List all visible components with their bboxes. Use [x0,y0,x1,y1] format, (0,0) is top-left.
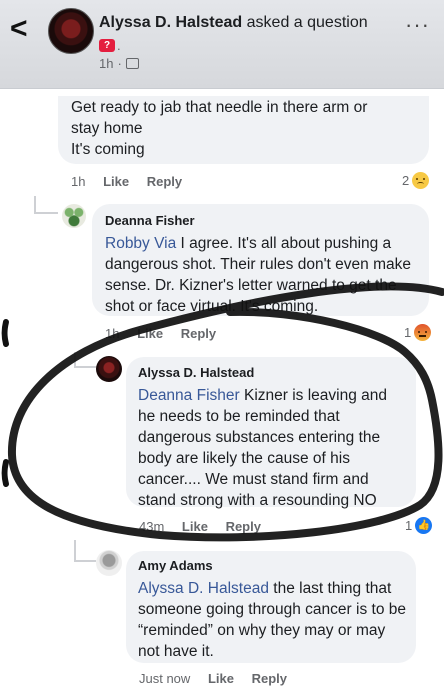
comment-text: Deanna Fisher Kizner is leaving and he n… [138,385,408,511]
thread-line [34,212,58,214]
sad-reaction-icon [412,172,430,189]
reaction-summary[interactable]: 2 [402,172,430,189]
avatar[interactable] [48,8,94,54]
mention-link[interactable]: Robby Via [105,235,176,252]
post-meta: 1h · [99,56,139,71]
badge-dot: . [117,38,121,53]
thread-line [74,540,76,562]
more-options-icon[interactable]: ··· [405,14,430,36]
avatar[interactable] [96,356,122,382]
post-author[interactable]: Alyssa D. Halstead [99,14,242,31]
comment-bubble: Get ready to jab that needle in there ar… [58,96,429,164]
post-time[interactable]: 1h [99,56,113,71]
comment-text: Alyssa D. Halstead the last thing that s… [138,578,408,662]
like-reaction-icon: 👍 [415,517,433,534]
reply-button[interactable]: Reply [181,326,216,341]
comment-actions: 1h Like Reply [105,326,230,341]
comment-text: Robby Via I agree. It's all about pushin… [105,233,419,317]
post-action: asked a question [246,14,368,31]
meta-separator: · [117,56,122,71]
avatar[interactable] [96,550,122,576]
back-arrow-icon[interactable]: < [10,12,36,46]
post-title: Alyssa D. Halstead asked a question [99,13,368,33]
reply-button[interactable]: Reply [252,671,287,686]
thread-line [74,366,96,368]
comment-actions: 43m Like Reply [139,519,275,534]
reply-button[interactable]: Reply [147,174,182,189]
like-button[interactable]: Like [137,326,163,341]
comment-actions: 1h Like Reply [71,174,196,189]
comment-time[interactable]: 1h [71,174,85,189]
photo-icon [125,58,139,69]
post-header: < Alyssa D. Halstead asked a question ? … [0,0,444,89]
comment-time[interactable]: Just now [139,671,190,686]
reaction-count: 2 [402,173,410,188]
comment-text: It's coming [71,141,145,158]
reaction-summary[interactable]: 1 👍 [405,517,433,534]
question-icon: ? [99,39,115,52]
mention-link[interactable]: Deanna Fisher [138,387,240,404]
comment-bubble: Deanna Fisher Robby Via I agree. It's al… [92,204,429,316]
like-button[interactable]: Like [103,174,129,189]
comment-text: stay home [71,120,143,137]
mention-link[interactable]: Alyssa D. Halstead [138,580,269,597]
comment-text: Get ready to jab that needle in there ar… [71,99,368,116]
like-button[interactable]: Like [208,671,234,686]
question-badge: ? . [99,38,121,53]
avatar[interactable] [62,204,86,228]
reaction-count: 1 [404,325,412,340]
comment-body: Kizner is leaving and he needs to be rem… [138,387,388,509]
comment-author[interactable]: Amy Adams [138,557,408,575]
reaction-summary[interactable]: 1 [404,324,432,341]
comment-actions: Just now Like Reply [139,671,301,686]
reply-button[interactable]: Reply [226,519,261,534]
comment-time[interactable]: 43m [139,519,164,534]
thread-line [74,560,96,562]
angry-reaction-icon [414,324,432,341]
like-button[interactable]: Like [182,519,208,534]
comment-bubble: Alyssa D. Halstead Deanna Fisher Kizner … [126,357,416,509]
comment-author[interactable]: Deanna Fisher [105,212,419,230]
comment-bubble: Amy Adams Alyssa D. Halstead the last th… [126,551,416,663]
comment-author[interactable]: Alyssa D. Halstead [138,364,408,382]
reaction-count: 1 [405,518,413,533]
comment-time[interactable]: 1h [105,326,119,341]
